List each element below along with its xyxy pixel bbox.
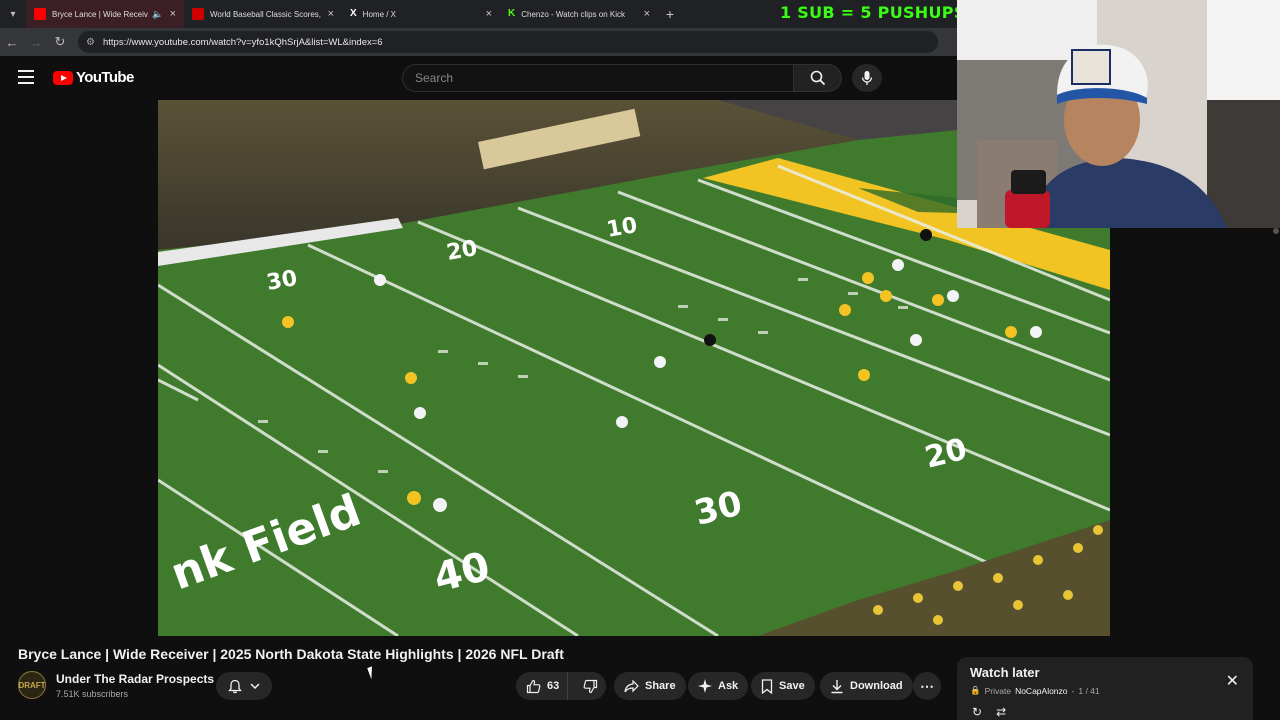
search-button[interactable] (794, 64, 842, 92)
tab-title: World Baseball Classic Scores, (210, 9, 322, 19)
playlist-privacy: Private (984, 685, 1012, 696)
microphone-icon (861, 71, 873, 85)
search-icon (810, 70, 825, 86)
playlist-controls: ↻ ⇄ (972, 705, 1006, 719)
url-text: https://www.youtube.com/watch?v=yfo1kQhS… (102, 36, 383, 48)
address-bar: ← → ↻ ⚙ https://www.youtube.com/watch?v=… (0, 28, 960, 56)
separator: - (1071, 685, 1075, 696)
share-icon (624, 679, 639, 692)
download-button[interactable]: Download (820, 672, 913, 700)
x-favicon-icon: X (350, 8, 357, 19)
webcam-image (957, 0, 1280, 228)
mlb-favicon-icon (192, 8, 204, 20)
search-input[interactable] (402, 64, 795, 92)
close-tab-icon[interactable]: × (644, 8, 650, 20)
playlist-panel: Watch later 🔒 Private NoCapAlonzo - 1 / … (957, 657, 1253, 720)
playlist-meta: 🔒 Private NoCapAlonzo - 1 / 41 (970, 685, 1240, 696)
playlist-owner[interactable]: NoCapAlonzo (1015, 686, 1067, 696)
page-scrollbar[interactable] (1272, 228, 1280, 720)
loop-icon[interactable]: ↻ (972, 705, 982, 719)
thumbs-down-icon (583, 679, 597, 693)
stream-overlay-text: 1 SUB = 5 PUSHUPS (780, 3, 966, 22)
tab-title: Bryce Lance | Wide Receiver (52, 9, 149, 19)
forward-icon[interactable]: → (24, 35, 48, 50)
new-tab-button[interactable]: + (658, 6, 682, 22)
youtube-logo[interactable]: YouTube (53, 69, 134, 86)
ask-label: Ask (718, 680, 739, 692)
save-button[interactable]: Save (751, 672, 815, 700)
chevron-down-icon (250, 683, 260, 689)
close-tab-icon[interactable]: × (486, 8, 492, 20)
tab-youtube[interactable]: Bryce Lance | Wide Receiver 🔈 × (26, 0, 184, 28)
like-dislike-group: 63 (516, 672, 606, 700)
bookmark-icon (761, 678, 773, 694)
mouse-cursor-icon (367, 664, 381, 680)
youtube-play-icon (53, 70, 73, 85)
yard-number: 20 (445, 236, 480, 266)
tab-baseball[interactable]: World Baseball Classic Scores, × (184, 0, 342, 28)
bell-icon (228, 679, 242, 693)
shuffle-icon[interactable]: ⇄ (996, 705, 1006, 719)
save-label: Save (779, 680, 805, 692)
notification-bell-button[interactable] (216, 672, 272, 700)
sparkle-icon (698, 679, 712, 693)
scrollbar-thumb[interactable] (1273, 228, 1279, 234)
ask-button[interactable]: Ask (688, 672, 749, 700)
playlist-title[interactable]: Watch later (970, 665, 1240, 680)
close-tab-icon[interactable]: × (328, 8, 334, 20)
tab-x[interactable]: X Home / X × (342, 0, 500, 28)
search-box (402, 64, 842, 92)
video-title: Bryce Lance | Wide Receiver | 2025 North… (18, 646, 564, 662)
back-icon[interactable]: ← (0, 35, 24, 50)
speaker-icon[interactable]: 🔈 (152, 9, 163, 20)
reload-icon[interactable]: ↻ (48, 34, 72, 50)
subscriber-count: 7.51K subscribers (56, 688, 129, 699)
channel-name[interactable]: Under The Radar Prospects (56, 672, 214, 686)
voice-search-button[interactable] (852, 64, 882, 92)
share-label: Share (645, 680, 676, 692)
streamer-webcam (957, 0, 1280, 228)
tab-title: Chenzo - Watch clips on Kick (521, 9, 625, 19)
download-icon (831, 679, 843, 693)
tab-title: Home / X (362, 9, 397, 19)
playlist-position: 1 / 41 (1078, 685, 1100, 696)
yard-number: 30 (265, 266, 300, 296)
yard-number: 10 (605, 213, 640, 243)
menu-icon[interactable] (18, 70, 34, 84)
download-label: Download (850, 680, 903, 692)
close-tab-icon[interactable]: × (170, 8, 176, 20)
kick-favicon-icon: K (508, 8, 516, 19)
youtube-masthead: YouTube (0, 56, 960, 100)
url-field[interactable]: ⚙ https://www.youtube.com/watch?v=yfo1kQ… (78, 31, 938, 53)
youtube-favicon-icon (34, 8, 46, 20)
lock-icon: 🔒 (970, 685, 981, 695)
thumbs-up-icon (526, 679, 541, 693)
channel-info: DRAFT Under The Radar Prospects 7.51K su… (18, 671, 214, 699)
tab-kick[interactable]: K Chenzo - Watch clips on Kick × (500, 0, 658, 28)
like-button[interactable]: 63 (516, 672, 569, 700)
site-info-icon[interactable]: ⚙ (86, 37, 95, 48)
channel-avatar[interactable]: DRAFT (18, 671, 46, 699)
close-icon[interactable]: ✕ (1226, 671, 1239, 691)
more-actions-button[interactable]: ⋯ (913, 672, 941, 700)
share-button[interactable]: Share (614, 672, 686, 700)
logo-text: YouTube (76, 69, 134, 86)
like-count: 63 (547, 680, 560, 692)
tab-search-icon[interactable]: ▾ (0, 0, 26, 28)
dislike-button[interactable] (574, 672, 606, 700)
